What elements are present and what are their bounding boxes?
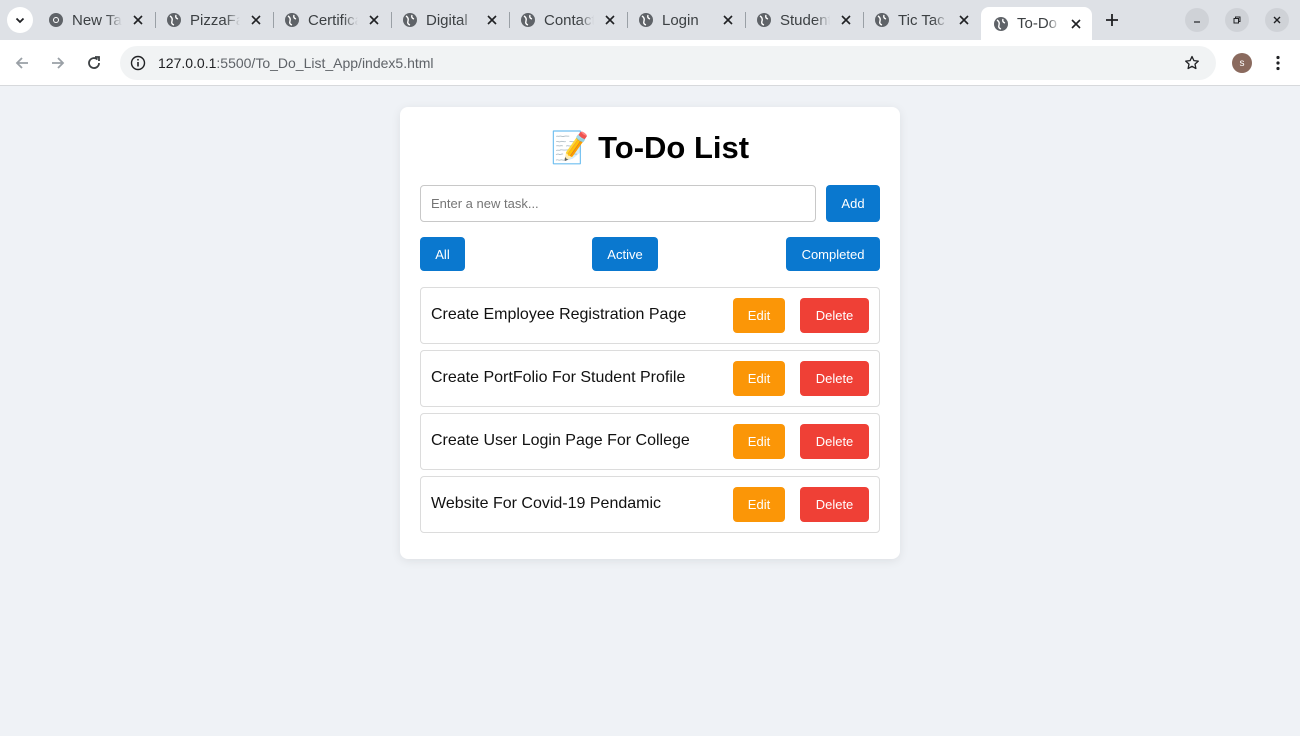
tab-title: To-Do List bbox=[1017, 15, 1060, 32]
close-icon[interactable] bbox=[600, 10, 620, 30]
url-text[interactable]: 127.0.0.1:5500/To_Do_List_App/index5.htm… bbox=[158, 55, 434, 71]
delete-task-button[interactable]: Delete bbox=[800, 424, 869, 459]
globe-icon bbox=[521, 13, 535, 27]
chevron-down-icon bbox=[15, 17, 25, 24]
globe-icon bbox=[285, 13, 299, 27]
tab-title: Login bbox=[662, 11, 699, 29]
edit-task-button[interactable]: Edit bbox=[733, 424, 785, 459]
close-icon bbox=[1273, 16, 1281, 24]
globe-icon bbox=[757, 13, 771, 27]
task-text: Create User Login Page For College bbox=[431, 432, 690, 449]
more-menu-icon[interactable] bbox=[1268, 51, 1288, 75]
new-task-input[interactable] bbox=[420, 185, 816, 222]
tab-contact[interactable]: Contact bbox=[508, 6, 626, 34]
filter-active-button[interactable]: Active bbox=[592, 237, 658, 271]
close-icon[interactable] bbox=[1066, 14, 1086, 34]
add-task-button[interactable]: Add bbox=[826, 185, 880, 222]
task-item: Create Employee Registration Page Edit D… bbox=[420, 287, 880, 344]
tab-certificate[interactable]: Certificate bbox=[272, 6, 390, 34]
task-text: Create Employee Registration Page bbox=[431, 306, 687, 323]
reload-icon bbox=[88, 56, 100, 69]
profile-avatar[interactable]: s bbox=[1232, 53, 1252, 73]
close-window-button[interactable] bbox=[1265, 8, 1289, 32]
memo-icon: 📝 bbox=[550, 130, 590, 165]
site-info-icon[interactable] bbox=[128, 53, 148, 73]
browser-toolbar: 127.0.0.1:5500/To_Do_List_App/index5.htm… bbox=[0, 40, 1300, 86]
edit-task-button[interactable]: Edit bbox=[733, 361, 785, 396]
filter-completed-button[interactable]: Completed bbox=[786, 237, 880, 271]
globe-icon bbox=[639, 13, 653, 27]
tab-tic-tac[interactable]: Tic Tac bbox=[862, 6, 980, 34]
tab-title: PizzaFactory bbox=[190, 11, 240, 29]
close-icon[interactable] bbox=[482, 10, 502, 30]
tab-search-button[interactable] bbox=[7, 7, 33, 33]
delete-task-button[interactable]: Delete bbox=[800, 487, 869, 522]
url-path: :5500/To_Do_List_App/index5.html bbox=[216, 55, 434, 71]
globe-icon bbox=[167, 13, 181, 27]
globe-icon bbox=[875, 13, 889, 27]
plus-icon bbox=[1106, 14, 1118, 26]
globe-icon bbox=[403, 13, 417, 27]
tab-login[interactable]: Login bbox=[626, 6, 744, 34]
restore-button[interactable] bbox=[1225, 8, 1249, 32]
tab-title: Tic Tac bbox=[898, 11, 945, 29]
edit-task-button[interactable]: Edit bbox=[733, 298, 785, 333]
reload-button[interactable] bbox=[82, 51, 106, 75]
forward-button[interactable] bbox=[46, 51, 70, 75]
close-icon[interactable] bbox=[246, 10, 266, 30]
tab-new-tab[interactable]: New Tab bbox=[36, 6, 154, 34]
delete-task-button[interactable]: Delete bbox=[800, 361, 869, 396]
back-button[interactable] bbox=[10, 51, 34, 75]
arrow-right-icon bbox=[52, 57, 65, 69]
tab-title: Digital bbox=[426, 11, 468, 29]
minimize-icon bbox=[1194, 21, 1200, 23]
tab-digital[interactable]: Digital bbox=[390, 6, 508, 34]
arrow-left-icon bbox=[15, 57, 28, 69]
task-text: Website For Covid-19 Pendamic bbox=[431, 495, 662, 512]
filter-all-button[interactable]: All bbox=[420, 237, 465, 271]
task-item: Website For Covid-19 Pendamic Edit Delet… bbox=[420, 476, 880, 533]
address-bar[interactable]: 127.0.0.1:5500/To_Do_List_App/index5.htm… bbox=[120, 46, 1216, 80]
tab-to-do-list[interactable]: To-Do List bbox=[981, 7, 1092, 40]
task-item: Create PortFolio For Student Profile Edi… bbox=[420, 350, 880, 407]
close-icon[interactable] bbox=[954, 10, 974, 30]
tab-title: Student bbox=[780, 11, 830, 29]
edit-task-button[interactable]: Edit bbox=[733, 487, 785, 522]
close-icon[interactable] bbox=[364, 10, 384, 30]
tab-pizzafactory[interactable]: PizzaFactory bbox=[154, 6, 272, 34]
bookmark-star-icon[interactable] bbox=[1182, 53, 1202, 73]
close-icon[interactable] bbox=[718, 10, 738, 30]
chrome-icon bbox=[49, 13, 63, 27]
task-text: Create PortFolio For Student Profile bbox=[431, 369, 686, 386]
task-item: Create User Login Page For College Edit … bbox=[420, 413, 880, 470]
todo-card: 📝 To-Do List Add All Active Completed Cr… bbox=[400, 107, 900, 559]
page-title-text: To-Do List bbox=[598, 130, 750, 165]
page-title: 📝 To-Do List bbox=[400, 129, 900, 166]
tab-strip: New Tab PizzaFactory Certificate Digital… bbox=[0, 0, 1300, 40]
globe-icon bbox=[994, 16, 1008, 31]
close-icon[interactable] bbox=[836, 10, 856, 30]
delete-task-button[interactable]: Delete bbox=[800, 298, 869, 333]
close-icon[interactable] bbox=[128, 10, 148, 30]
tab-title: Certificate bbox=[308, 11, 358, 29]
tab-student[interactable]: Student bbox=[744, 6, 862, 34]
url-host: 127.0.0.1 bbox=[158, 55, 217, 71]
tab-title: Contact bbox=[544, 11, 594, 29]
minimize-button[interactable] bbox=[1185, 8, 1209, 32]
new-tab-button[interactable] bbox=[1100, 8, 1124, 32]
tab-title: New Tab bbox=[72, 11, 122, 29]
restore-icon bbox=[1233, 16, 1241, 24]
